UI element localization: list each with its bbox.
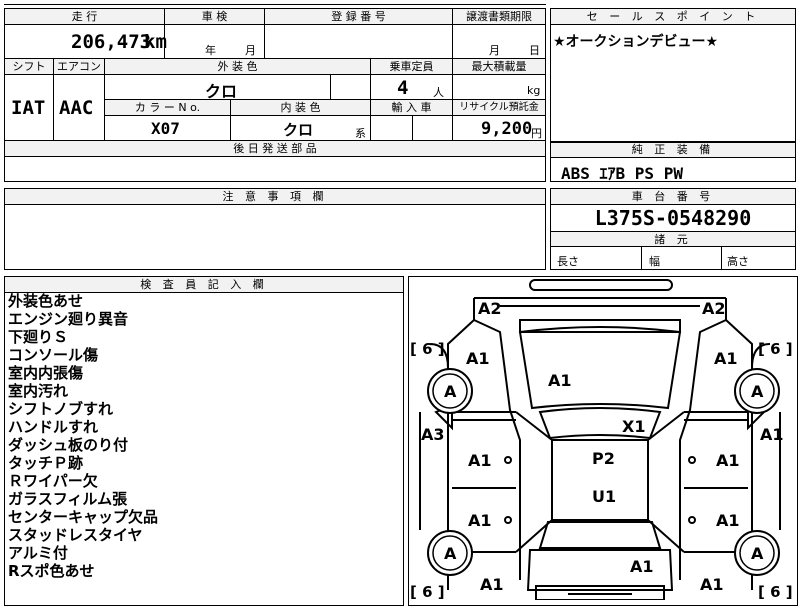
mark-a1-rl: A1 (480, 575, 504, 594)
car-damage-diagram: A A A A [ 6 ] [ 6 ] [ 6 ] [ 6 ] A2 A2 A1… (410, 279, 793, 600)
tread-rr: [ 6 ] (758, 583, 793, 600)
mark-a1-hood: A1 (548, 371, 572, 390)
mark-a1-rear-center: A1 (630, 557, 654, 576)
right-door-top (684, 411, 748, 421)
front-bumper-strip (529, 279, 673, 291)
tread-fr: [ 6 ] (758, 340, 793, 358)
tread-fl: [ 6 ] (410, 340, 445, 358)
mark-a2-right: A2 (702, 299, 726, 318)
front-bumper-sides (473, 298, 727, 320)
rear-window-outline (538, 521, 662, 549)
left-rear-handle (504, 516, 512, 524)
mark-a3-left: A3 (421, 425, 445, 444)
mark-p2: P2 (592, 449, 615, 468)
tire-fr-grade: A (751, 382, 764, 401)
mark-a1-left-front-door: A1 (468, 451, 492, 470)
mark-a1-fl-fender: A1 (466, 349, 490, 368)
mark-a1-left-rear-door: A1 (468, 511, 492, 530)
right-front-handle (688, 456, 696, 464)
tire-fl-grade: A (444, 382, 457, 401)
mark-a1-rr: A1 (700, 575, 724, 594)
hood-outline (518, 326, 682, 410)
mark-x1: X1 (622, 417, 645, 436)
mark-a2-left: A2 (478, 299, 502, 318)
mark-a1-fr-fender: A1 (714, 349, 738, 368)
tire-rr-grade: A (751, 544, 764, 563)
left-front-handle (504, 456, 512, 464)
right-rear-handle (688, 516, 696, 524)
tread-rl: [ 6 ] (410, 583, 445, 600)
mark-a1-right-side: A1 (760, 425, 784, 444)
mark-a1-right-rear-door: A1 (716, 511, 740, 530)
tire-rl-grade: A (444, 544, 457, 563)
mark-a1-right-front-door: A1 (716, 451, 740, 470)
left-door-top (452, 411, 516, 421)
mark-u1: U1 (592, 487, 616, 506)
